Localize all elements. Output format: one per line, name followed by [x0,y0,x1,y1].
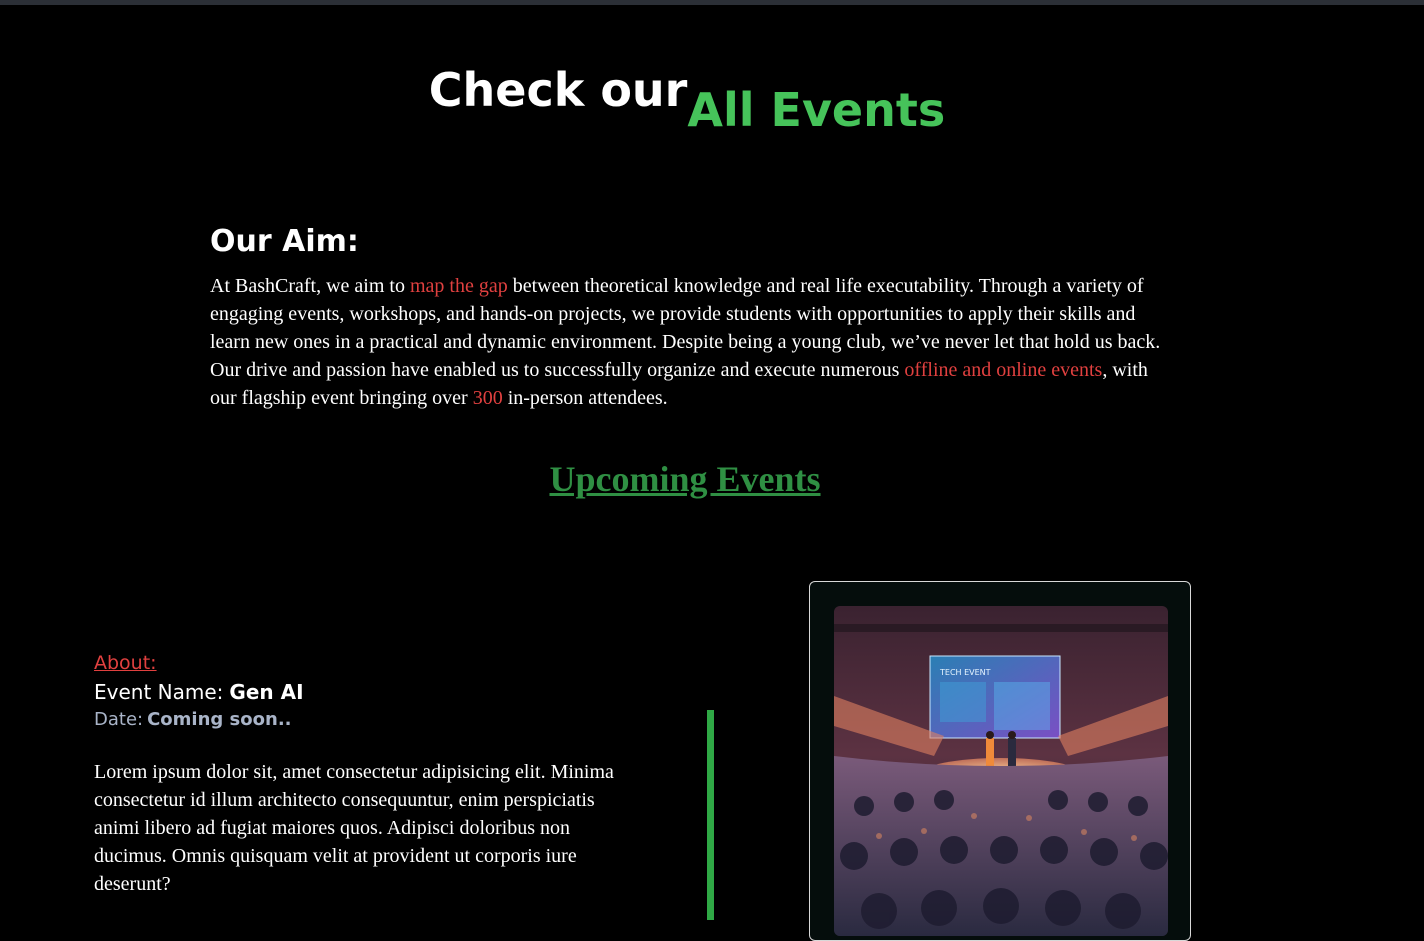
event-name-label: Event Name: [94,680,224,704]
aim-paragraph: At BashCraft, we aim to map the gap betw… [210,272,1170,412]
aim-highlight-attendees: 300 [472,387,503,409]
page-title-prefix: Check our [428,63,688,117]
event-date-label: Date: [94,709,144,730]
aim-text-1: At BashCraft, we aim to [210,275,410,297]
event-image-card: TECH EVENT [809,581,1191,941]
event-date-row: Date: Coming soon.. [94,709,292,730]
aim-highlight-map-the-gap: map the gap [409,275,508,297]
page-title: Check our All Events [0,62,1424,138]
aim-highlight-events: offline and online events [904,359,1103,381]
event-date-value: Coming soon.. [147,709,292,730]
event-name-value: Gen AI [229,680,304,704]
aim-text-4: in-person attendees. [502,387,668,409]
aim-heading: Our Aim: [210,224,359,259]
event-description: Lorem ipsum dolor sit, amet consectetur … [94,761,614,895]
image-screen-text: TECH EVENT [939,668,991,677]
event-image: TECH EVENT [834,606,1168,936]
divider-bar [707,710,714,920]
event-name-row: Event Name: Gen AI [94,680,304,704]
about-link[interactable]: About: [94,652,157,674]
upcoming-events-heading: Upcoming Events [549,459,821,499]
page-title-highlight: All Events [687,83,946,137]
top-nav-bar [0,0,1424,5]
